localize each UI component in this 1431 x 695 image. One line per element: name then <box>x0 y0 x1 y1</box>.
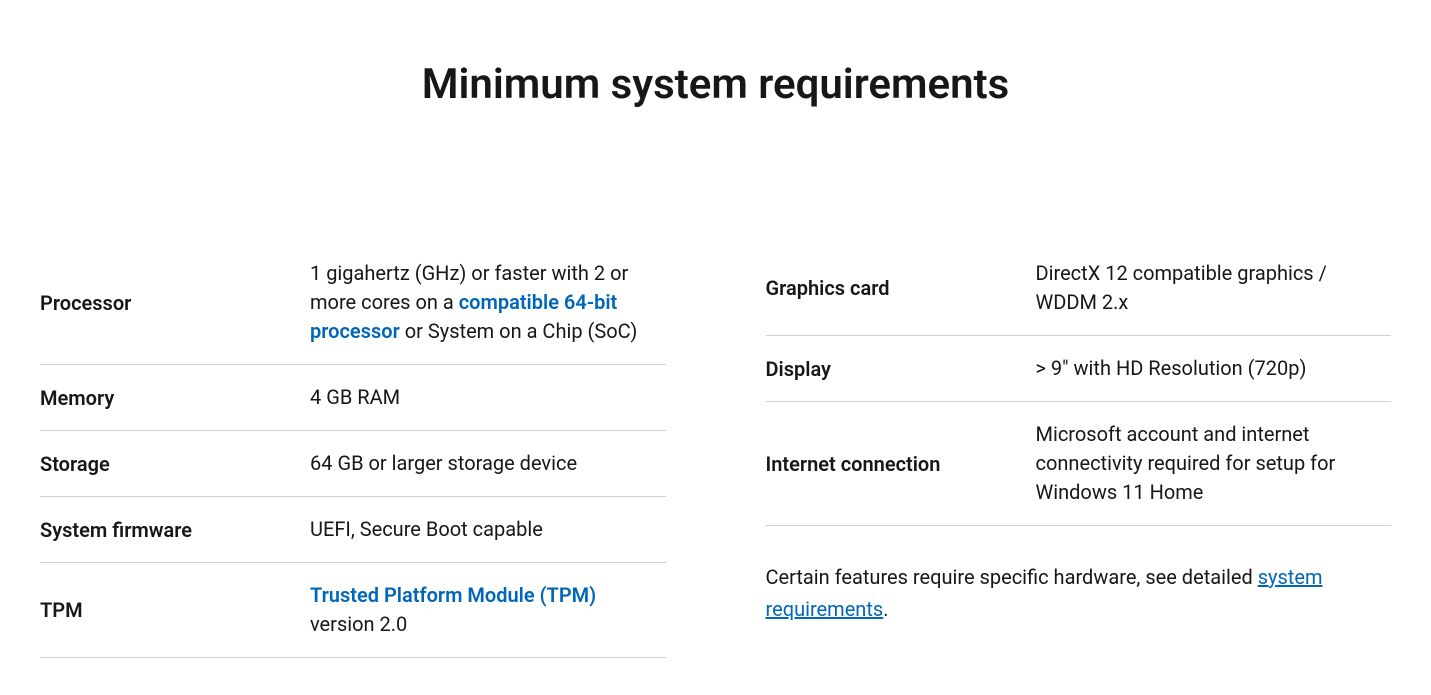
specs-columns: Processor 1 gigahertz (GHz) or faster wi… <box>35 259 1396 658</box>
spec-storage: Storage 64 GB or larger storage device <box>40 431 666 497</box>
footnote: Certain features require specific hardwa… <box>766 561 1392 625</box>
footnote-text: Certain features require specific hardwa… <box>766 565 1258 589</box>
spec-label-display: Display <box>766 357 1036 381</box>
spec-value-firmware: UEFI, Secure Boot capable <box>310 515 666 544</box>
left-column: Processor 1 gigahertz (GHz) or faster wi… <box>40 259 666 658</box>
spec-label-tpm: TPM <box>40 598 310 622</box>
spec-label-internet: Internet connection <box>766 452 1036 476</box>
page-title: Minimum system requirements <box>35 60 1396 109</box>
spec-value-processor: 1 gigahertz (GHz) or faster with 2 or mo… <box>310 259 666 346</box>
link-tpm[interactable]: Trusted Platform Module (TPM) <box>310 583 596 607</box>
spec-value-internet: Microsoft account and internet connectiv… <box>1036 420 1392 507</box>
spec-label-storage: Storage <box>40 452 310 476</box>
spec-value-graphics: DirectX 12 compatible graphics / WDDM 2.… <box>1036 259 1392 317</box>
spec-internet: Internet connection Microsoft account an… <box>766 402 1392 526</box>
spec-processor: Processor 1 gigahertz (GHz) or faster wi… <box>40 259 666 365</box>
spec-value-storage: 64 GB or larger storage device <box>310 449 666 478</box>
spec-label-firmware: System firmware <box>40 518 310 542</box>
spec-graphics: Graphics card DirectX 12 compatible grap… <box>766 259 1392 336</box>
spec-label-memory: Memory <box>40 386 310 410</box>
spec-value-display: > 9" with HD Resolution (720p) <box>1036 354 1392 383</box>
spec-text: version 2.0 <box>310 612 407 636</box>
right-column: Graphics card DirectX 12 compatible grap… <box>766 259 1392 658</box>
spec-label-processor: Processor <box>40 291 310 315</box>
spec-text: or System on a Chip (SoC) <box>400 319 638 343</box>
footnote-text: . <box>883 597 888 621</box>
spec-tpm: TPM Trusted Platform Module (TPM) versio… <box>40 563 666 658</box>
spec-value-memory: 4 GB RAM <box>310 383 666 412</box>
spec-display: Display > 9" with HD Resolution (720p) <box>766 336 1392 402</box>
spec-label-graphics: Graphics card <box>766 276 1036 300</box>
spec-value-tpm: Trusted Platform Module (TPM) version 2.… <box>310 581 666 639</box>
spec-memory: Memory 4 GB RAM <box>40 365 666 431</box>
spec-firmware: System firmware UEFI, Secure Boot capabl… <box>40 497 666 563</box>
